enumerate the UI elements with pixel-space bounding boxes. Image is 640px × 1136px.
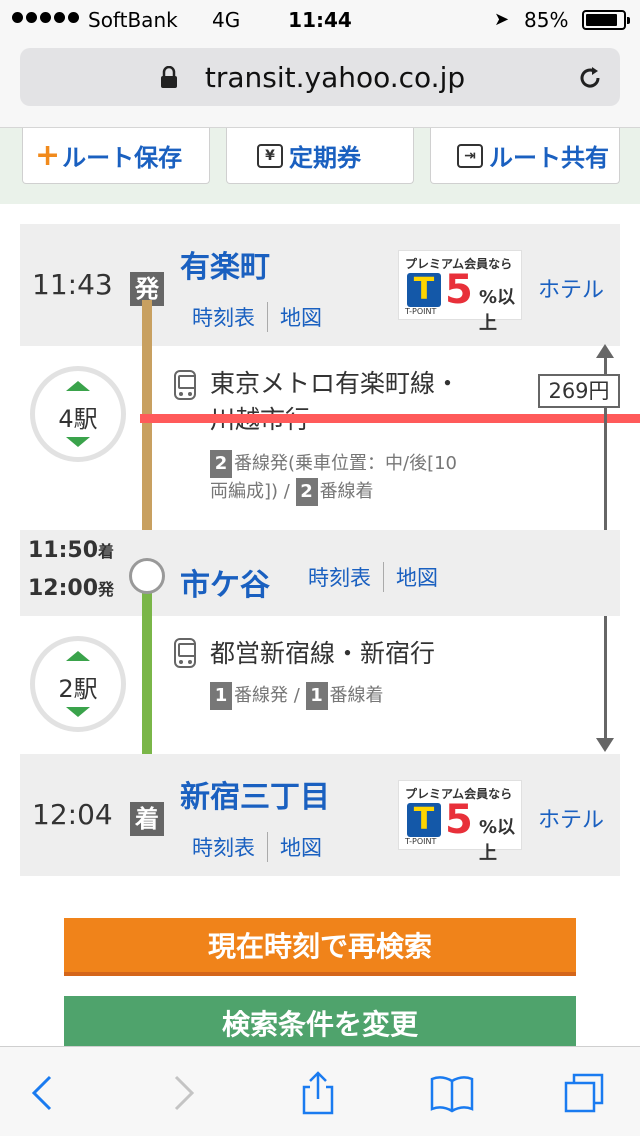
platform-info: 1 番線発 / 1 番線着 — [210, 682, 384, 710]
transfer-node-icon — [129, 558, 165, 594]
chevron-up-icon — [66, 651, 90, 661]
back-icon[interactable] — [22, 1071, 66, 1115]
platform-text: 番線着 — [329, 685, 384, 706]
depart-suffix: 発 — [98, 580, 115, 599]
train-line-info: 都営新宿線・新宿行 — [210, 636, 435, 672]
chevron-down-icon — [66, 707, 90, 717]
platform-number: 1 — [210, 682, 232, 710]
browser-toolbar — [0, 1046, 640, 1136]
tpoint-logo-icon: T — [407, 273, 441, 307]
tpoint-logo-icon: T — [407, 803, 441, 837]
forward-icon[interactable] — [160, 1071, 204, 1115]
arrival-time: 12:04 — [32, 798, 113, 831]
platform-number: 2 — [295, 478, 318, 506]
timetable-link[interactable]: 時刻表 — [180, 832, 267, 862]
station-name[interactable]: 新宿三丁目 — [180, 772, 330, 816]
research-now-button[interactable]: 現在時刻で再検索 — [64, 918, 576, 976]
commuter-pass-label: 定期券 — [289, 144, 361, 172]
tpoint-brand: T-POINT — [405, 307, 437, 316]
arrow-down-icon — [596, 738, 614, 752]
tpoint-ad[interactable]: プレミアム会員なら T T-POINT 5 %以上 — [398, 250, 522, 334]
line-name: 都営新宿線・新宿行 — [210, 639, 436, 668]
arrival-badge: 着 — [130, 802, 164, 836]
transfer-depart: 12:00発 — [28, 576, 114, 601]
chevron-down-icon — [66, 437, 90, 447]
platform-info: 2 番線発(乗車位置：中/後[10 両編成]) / 2 番線着 — [210, 450, 457, 506]
share-route-label: ルート共有 — [489, 144, 609, 172]
fare-label: 269円 — [538, 374, 620, 408]
platform-number: 1 — [305, 682, 328, 710]
tpoint-brand: T-POINT — [405, 837, 437, 846]
platform-text: 番線発(乗車位置：中/後[10 — [234, 453, 458, 474]
ad-suffix: %以上 — [479, 287, 516, 334]
commuter-pass-button[interactable]: ¥ 定期券 — [226, 128, 414, 184]
save-route-button[interactable]: + ルート保存 — [22, 128, 210, 184]
battery-percent: 85% — [524, 8, 569, 32]
train-icon — [174, 370, 196, 400]
line-name: 東京メトロ有楽町線・ — [210, 369, 461, 398]
platform-text: 番線着 — [319, 481, 374, 502]
transfer-arrive: 11:50着 — [28, 538, 114, 563]
address-bar[interactable]: transit.yahoo.co.jp — [20, 48, 620, 106]
save-route-label: ルート保存 — [62, 144, 183, 172]
tpoint-ad[interactable]: プレミアム会員なら T T-POINT 5 %以上 — [398, 780, 522, 864]
reload-icon[interactable] — [576, 64, 604, 92]
station-links: 時刻表 地図 — [296, 562, 450, 592]
stop-count: 2駅 — [58, 675, 98, 703]
timetable-link[interactable]: 時刻表 — [296, 562, 383, 592]
yen-ticket-icon: ¥ — [257, 143, 283, 168]
stop-count-pill: 4駅 — [30, 366, 126, 462]
timetable-link[interactable]: 時刻表 — [180, 302, 267, 332]
platform-number: 2 — [210, 450, 232, 478]
train-line-info: 東京メトロ有楽町線・ 川越市行 — [210, 366, 460, 438]
hotel-link[interactable]: ホテル — [538, 802, 604, 834]
location-arrow-icon: ➤ — [494, 9, 510, 30]
train-icon — [174, 638, 196, 668]
map-link[interactable]: 地図 — [383, 562, 450, 592]
platform-text: 番線発 / — [234, 685, 306, 706]
map-link[interactable]: 地図 — [267, 832, 334, 862]
station-name[interactable]: 有楽町 — [180, 242, 270, 286]
station-name[interactable]: 市ケ谷 — [180, 560, 270, 604]
battery-icon — [582, 10, 630, 30]
status-bar: SoftBank 4G 11:44 ➤ 85% — [0, 0, 640, 40]
depart-time: 12:00 — [28, 576, 99, 601]
chevron-up-icon — [66, 381, 90, 391]
ad-percent: 5 — [445, 267, 473, 313]
ad-percent: 5 — [445, 797, 473, 843]
station-links: 時刻表 地図 — [180, 832, 334, 862]
stop-count-pill: 2駅 — [30, 636, 126, 732]
plus-icon: + — [35, 138, 61, 173]
station-links: 時刻表 地図 — [180, 302, 334, 332]
arrow-up-icon — [596, 344, 614, 358]
render-artifact-stripe — [140, 414, 640, 423]
stop-count: 4駅 — [58, 405, 98, 433]
route-actions: + ルート保存 ¥ 定期券 ⇥ ルート共有 — [0, 128, 640, 204]
departure-time: 11:43 — [32, 268, 113, 301]
share-route-button[interactable]: ⇥ ルート共有 — [430, 128, 620, 184]
ad-suffix: %以上 — [479, 817, 516, 864]
url-text: transit.yahoo.co.jp — [204, 61, 466, 94]
share-icon: ⇥ — [457, 143, 483, 168]
hotel-link[interactable]: ホテル — [538, 272, 604, 304]
arrive-suffix: 着 — [98, 542, 115, 561]
browser-address-area: transit.yahoo.co.jp — [0, 40, 640, 128]
arrive-time: 11:50 — [28, 538, 99, 563]
bookmarks-icon[interactable] — [430, 1071, 474, 1115]
tabs-icon[interactable] — [562, 1071, 606, 1115]
map-link[interactable]: 地図 — [267, 302, 334, 332]
share-icon[interactable] — [296, 1071, 340, 1115]
platform-text: 両編成]) / — [210, 481, 296, 502]
